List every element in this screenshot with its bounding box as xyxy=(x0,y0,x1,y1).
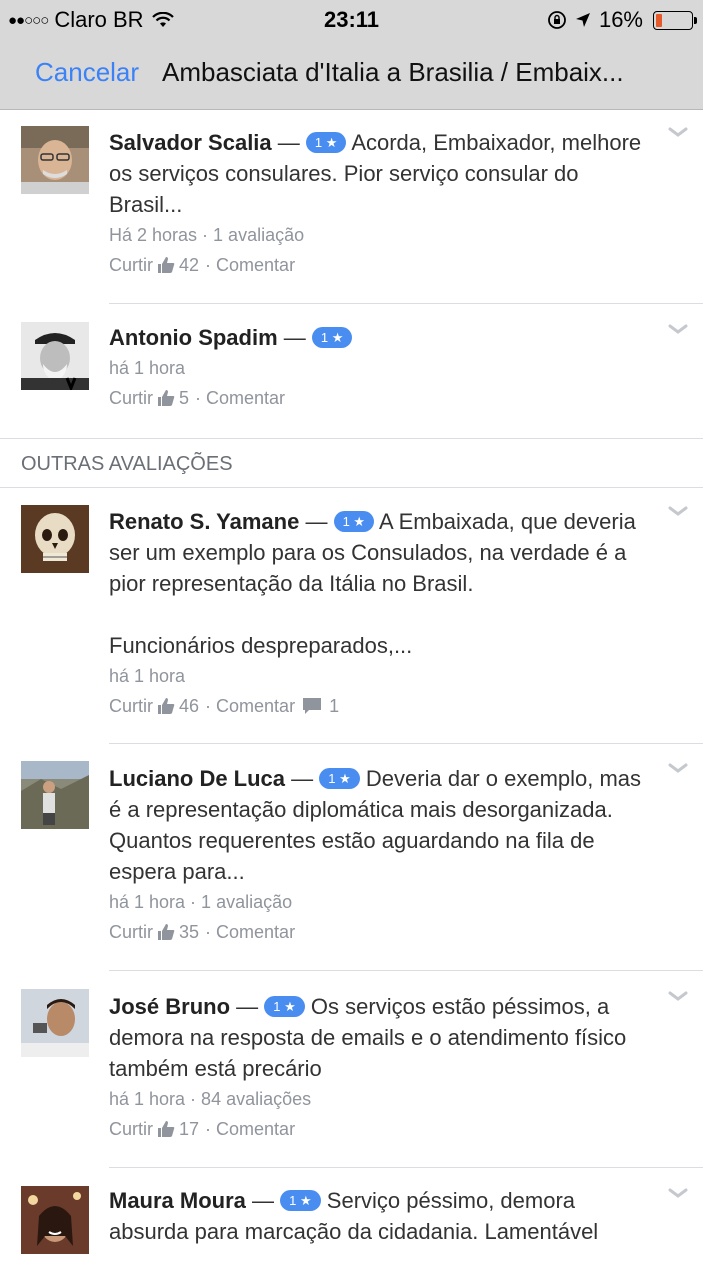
review-item: José Bruno — 1 ★ Os serviços estão péssi… xyxy=(0,971,703,1167)
review-meta: há 1 hora xyxy=(109,358,186,378)
reviewer-name[interactable]: Renato S. Yamane xyxy=(109,509,299,534)
comment-button[interactable]: · Comentar xyxy=(205,250,295,280)
chevron-down-icon[interactable] xyxy=(667,989,689,1003)
like-button[interactable]: Curtir xyxy=(109,383,153,413)
rating-badge: 1 ★ xyxy=(264,996,305,1017)
review-meta: há 1 hora xyxy=(109,666,186,686)
like-count: 46 xyxy=(179,696,200,716)
reviewer-name[interactable]: Antonio Spadim xyxy=(109,325,278,350)
review-item: Salvador Scalia — 1 ★ Acorda, Embaixador… xyxy=(0,109,703,303)
comment-button[interactable]: · Comentar xyxy=(205,691,295,721)
reviews-list: Salvador Scalia — 1 ★ Acorda, Embaixador… xyxy=(0,109,703,1288)
chevron-down-icon[interactable] xyxy=(667,1186,689,1200)
like-count: 17 xyxy=(179,1119,200,1139)
review-meta: Há 2 horas · 1 avaliação xyxy=(109,225,305,245)
like-button[interactable]: Curtir xyxy=(109,691,153,721)
chevron-down-icon[interactable] xyxy=(667,322,689,336)
battery-percent: 16% xyxy=(598,7,643,32)
like-button[interactable]: Curtir xyxy=(109,917,153,947)
cancel-button[interactable]: Cancelar xyxy=(35,57,139,88)
review-item: Renato S. Yamane — 1 ★ A Embaixada, que … xyxy=(0,488,703,743)
reviewer-name[interactable]: José Bruno xyxy=(109,994,230,1019)
avatar[interactable] xyxy=(21,761,89,829)
review-item: Antonio Spadim — 1 ★ há 1 hora Curtir 5 … xyxy=(0,304,703,438)
rating-badge: 1 ★ xyxy=(280,1190,321,1211)
reviewer-name[interactable]: Maura Moura xyxy=(109,1188,246,1213)
navigation-bar: Cancelar Ambasciata d'Italia a Brasilia … xyxy=(0,38,703,110)
avatar[interactable] xyxy=(21,989,89,1057)
page-title: Ambasciata d'Italia a Brasilia / Embaix.… xyxy=(162,57,624,87)
like-count: 35 xyxy=(179,922,200,942)
comment-button[interactable]: · Comentar xyxy=(195,383,285,413)
rating-badge: 1 ★ xyxy=(319,768,360,789)
review-item: Luciano De Luca — 1 ★ Deveria dar o exem… xyxy=(0,744,703,970)
like-button[interactable]: Curtir xyxy=(109,1114,153,1144)
reviewer-name[interactable]: Salvador Scalia xyxy=(109,130,272,155)
battery-icon xyxy=(653,10,697,30)
thumbs-up-icon xyxy=(158,390,175,406)
comment-bubble-icon xyxy=(303,698,322,714)
review-item: Maura Moura — 1 ★ Serviço péssimo, demor… xyxy=(0,1168,703,1288)
section-header: OUTRAS AVALIAÇÕES xyxy=(0,438,703,488)
thumbs-up-icon xyxy=(158,1121,175,1137)
review-meta: há 1 hora · 84 avaliações xyxy=(109,1089,312,1109)
thumbs-up-icon xyxy=(158,924,175,940)
status-bar: ●●○○○ Claro BR 23:11 16% xyxy=(0,0,703,38)
avatar[interactable] xyxy=(21,322,89,390)
thumbs-up-icon xyxy=(158,257,175,273)
chevron-down-icon[interactable] xyxy=(667,761,689,775)
thumbs-up-icon xyxy=(158,698,175,714)
location-arrow-icon xyxy=(575,13,590,27)
reviewer-name[interactable]: Luciano De Luca xyxy=(109,766,285,791)
avatar[interactable] xyxy=(21,1186,89,1254)
review-meta: há 1 hora · 1 avaliação xyxy=(109,892,293,912)
chevron-down-icon[interactable] xyxy=(667,504,689,518)
avatar[interactable] xyxy=(21,505,89,573)
rating-badge: 1 ★ xyxy=(305,132,347,153)
comment-button[interactable]: · Comentar xyxy=(205,1114,295,1144)
rating-badge: 1 ★ xyxy=(333,511,375,532)
like-button[interactable]: Curtir xyxy=(109,250,153,280)
review-text-continued: Funcionários despreparados,... xyxy=(109,633,413,658)
chevron-down-icon[interactable] xyxy=(667,125,689,139)
comment-count: 1 xyxy=(329,696,340,716)
rating-badge: 1 ★ xyxy=(311,327,353,348)
like-count: 5 xyxy=(179,388,190,408)
comment-button[interactable]: · Comentar xyxy=(205,917,295,947)
like-count: 42 xyxy=(179,255,200,275)
rotation-lock-icon xyxy=(548,11,566,29)
avatar[interactable] xyxy=(21,126,89,194)
